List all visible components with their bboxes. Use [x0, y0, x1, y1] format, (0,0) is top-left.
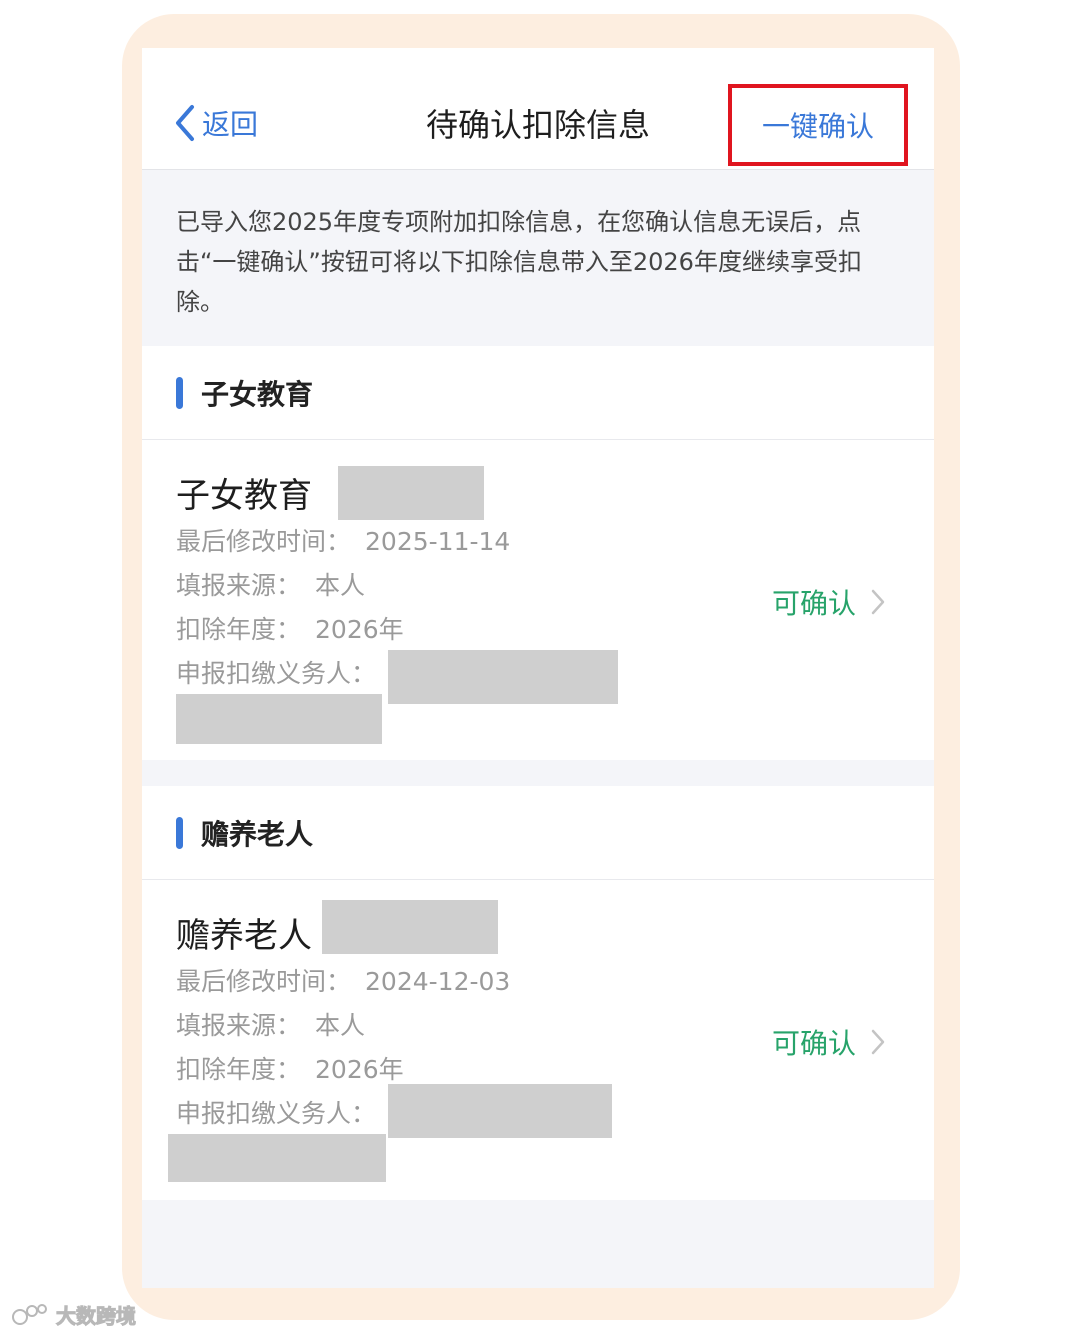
one-click-confirm-button[interactable]: 一键确认: [728, 84, 908, 166]
section-title: 赡养老人: [201, 817, 314, 851]
source-value: 本人: [315, 1011, 366, 1040]
year-row: 扣除年度： 2026年: [176, 1050, 404, 1086]
year-label: 扣除年度：: [176, 615, 302, 644]
section-header: 子女教育: [142, 346, 934, 440]
modified-label: 最后修改时间：: [176, 527, 352, 556]
redacted-block: [322, 900, 498, 954]
deduction-item[interactable]: 赡养老人 最后修改时间： 2024-12-03 填报来源： 本人 扣除年度： 2026…: [142, 880, 934, 1200]
watermark: 大数跨境: [10, 1300, 137, 1329]
status-label: 可确认: [772, 1027, 857, 1060]
source-row: 填报来源： 本人: [176, 1006, 365, 1042]
modified-value: 2025-11-14: [365, 527, 511, 556]
item-name: 赡养老人: [176, 916, 312, 956]
nav-bar: 返回 待确认扣除信息 一键确认: [142, 48, 934, 170]
payer-row: 申报扣缴义务人：: [176, 654, 376, 690]
deduction-item[interactable]: 子女教育 最后修改时间： 2025-11-14 填报来源： 本人 扣除年度： 2026…: [142, 440, 934, 760]
modified-value: 2024-12-03: [365, 967, 511, 996]
payer-row: 申报扣缴义务人：: [176, 1094, 376, 1130]
source-label: 填报来源：: [176, 1011, 302, 1040]
year-value: 2026年: [315, 615, 404, 644]
redacted-block: [176, 694, 382, 744]
watermark-text: 大数跨境: [56, 1304, 137, 1329]
year-value: 2026年: [315, 1055, 404, 1084]
payer-label: 申报扣缴义务人：: [176, 1099, 377, 1128]
redacted-block: [388, 650, 618, 704]
source-value: 本人: [315, 571, 366, 600]
year-row: 扣除年度： 2026年: [176, 610, 404, 646]
import-notice: 已导入您2025年度专项附加扣除信息，在您确认信息无误后，点击“一键确认”按钮可…: [176, 208, 862, 316]
item-name: 子女教育: [176, 476, 312, 516]
section-child-education: 子女教育 子女教育 最后修改时间： 2025-11-14 填报来源： 本人 扣除年度…: [142, 346, 934, 760]
confirmable-status[interactable]: 可确认: [772, 582, 886, 622]
chevron-right-icon: [871, 1029, 885, 1055]
app-screen: 返回 待确认扣除信息 一键确认 已导入您2025年度专项附加扣除信息，在您确认信…: [142, 48, 934, 1288]
redacted-block: [338, 466, 484, 520]
status-label: 可确认: [772, 587, 857, 620]
brand-logo-icon: [12, 1303, 47, 1325]
redacted-block: [168, 1134, 386, 1182]
section-marker: [176, 816, 183, 849]
payer-label: 申报扣缴义务人：: [176, 659, 377, 688]
redacted-block: [388, 1084, 612, 1138]
confirmable-status[interactable]: 可确认: [772, 1022, 886, 1062]
section-marker: [176, 376, 183, 409]
section-elderly-support: 赡养老人 赡养老人 最后修改时间： 2024-12-03 填报来源： 本人 扣除年度…: [142, 786, 934, 1200]
chevron-right-icon: [871, 589, 885, 615]
section-title: 子女教育: [201, 377, 314, 411]
year-label: 扣除年度：: [176, 1055, 302, 1084]
source-label: 填报来源：: [176, 571, 302, 600]
source-row: 填报来源： 本人: [176, 566, 365, 602]
modified-row: 最后修改时间： 2025-11-14: [176, 522, 510, 558]
section-header: 赡养老人: [142, 786, 934, 880]
modified-label: 最后修改时间：: [176, 967, 352, 996]
modified-row: 最后修改时间： 2024-12-03: [176, 962, 510, 998]
